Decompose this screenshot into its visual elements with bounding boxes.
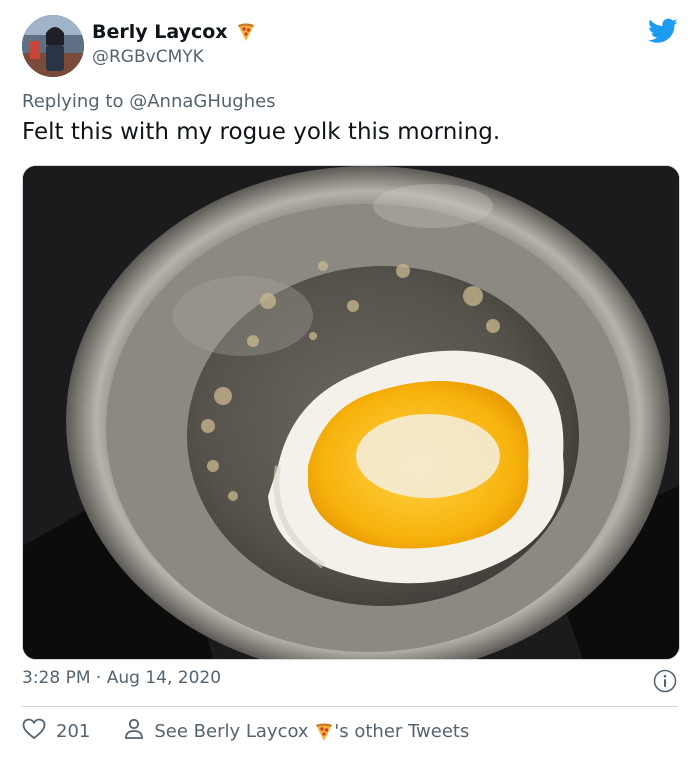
twitter-bird-icon[interactable] bbox=[648, 18, 678, 44]
reply-prefix: Replying to bbox=[22, 91, 124, 112]
tweet-photo[interactable] bbox=[22, 165, 680, 660]
divider bbox=[22, 706, 678, 707]
other-tweets-link[interactable]: See Berly Laycox 's other Tweets bbox=[124, 718, 469, 745]
tweet-text: Felt this with my rogue yolk this mornin… bbox=[22, 119, 501, 145]
person-icon bbox=[124, 718, 144, 745]
reply-context: Replying to @AnnaGHughes bbox=[22, 91, 276, 112]
like-button[interactable]: 201 bbox=[22, 718, 90, 745]
other-tweets-prefix: See Berly Laycox bbox=[154, 721, 309, 742]
author-handle[interactable]: @RGBvCMYK bbox=[92, 47, 204, 67]
reply-mention-link[interactable]: @AnnaGHughes bbox=[129, 91, 275, 112]
tweet-actions: 201 See Berly Laycox 's other Tweets bbox=[22, 718, 469, 745]
info-icon[interactable] bbox=[653, 669, 677, 693]
pizza-icon bbox=[314, 722, 334, 742]
other-tweets-suffix: 's other Tweets bbox=[334, 721, 470, 742]
heart-icon bbox=[22, 718, 46, 745]
avatar[interactable] bbox=[22, 15, 84, 77]
pizza-icon bbox=[236, 22, 256, 42]
like-count: 201 bbox=[56, 721, 91, 742]
tweet-timestamp[interactable]: 3:28 PM · Aug 14, 2020 bbox=[22, 668, 221, 688]
author-name[interactable]: Berly Laycox bbox=[92, 21, 228, 43]
